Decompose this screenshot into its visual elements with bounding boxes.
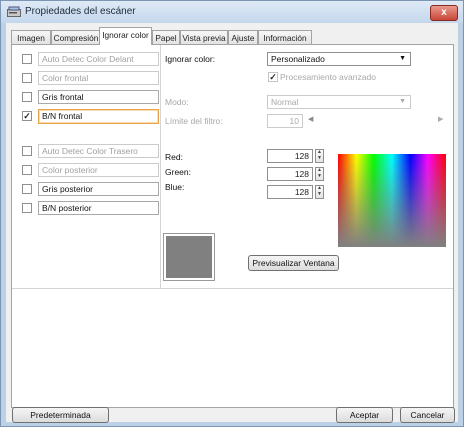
chevron-down-icon: ▼ xyxy=(399,55,406,62)
tab-ignorar-color[interactable]: Ignorar color xyxy=(99,27,152,45)
preview-window-button[interactable]: Previsualizar Ventana xyxy=(248,255,339,271)
checkbox-color-frontal[interactable] xyxy=(22,73,32,83)
color-spectrum-picker[interactable] xyxy=(338,154,446,247)
list-item-auto-detec-color-trasero[interactable]: Auto Detec Color Trasero xyxy=(38,144,159,158)
tab-label: Vista previa xyxy=(182,33,226,43)
tab-ajuste[interactable]: Ajuste xyxy=(228,30,258,44)
default-button[interactable]: Predeterminada xyxy=(12,407,109,423)
list-item-bn-frontal[interactable]: B/N frontal xyxy=(38,109,159,124)
list-item-color-posterior[interactable]: Color posterior xyxy=(38,163,159,177)
tab-panel: Auto Detec Color Delant Color frontal Gr… xyxy=(11,44,454,408)
checkbox-gris-posterior[interactable] xyxy=(22,184,32,194)
checkbox-bn-frontal[interactable] xyxy=(22,111,32,121)
color-preview-swatch xyxy=(163,233,215,281)
blue-spinner[interactable]: ▲ ▼ xyxy=(315,185,324,199)
tab-papel[interactable]: Papel xyxy=(152,30,180,44)
scanner-icon xyxy=(7,6,21,17)
accept-button[interactable]: Aceptar xyxy=(336,407,393,423)
ignore-color-label: Ignorar color: xyxy=(165,54,216,64)
red-input[interactable]: 128 xyxy=(267,149,313,163)
close-icon: x xyxy=(441,7,447,18)
tab-informacion[interactable]: Información xyxy=(258,30,312,44)
mode-select[interactable]: Normal ▼ xyxy=(267,95,411,109)
checkbox-gris-frontal[interactable] xyxy=(22,92,32,102)
tab-label: Papel xyxy=(155,33,177,43)
filter-limit-input[interactable]: 10 xyxy=(267,114,303,128)
chevron-right-icon: ▶ xyxy=(438,116,444,123)
tab-label: Ajuste xyxy=(231,33,255,43)
list-item-gris-frontal[interactable]: Gris frontal xyxy=(38,90,159,104)
checkbox-bn-posterior[interactable] xyxy=(22,203,32,213)
tab-label: Imagen xyxy=(17,33,45,43)
list-item-bn-posterior[interactable]: B/N posterior xyxy=(38,201,159,215)
blue-label: Blue: xyxy=(165,182,185,192)
color-preview-fill xyxy=(166,236,212,278)
close-button[interactable]: x xyxy=(430,5,458,21)
ignore-color-select[interactable]: Personalizado ▼ xyxy=(267,52,411,66)
tab-label: Ignorar color xyxy=(102,30,149,40)
green-spinner[interactable]: ▲ ▼ xyxy=(315,167,324,181)
filter-limit-slider[interactable]: ◀ ▶ xyxy=(305,116,446,126)
tab-label: Información xyxy=(263,33,307,43)
mode-value: Normal xyxy=(271,97,299,107)
filter-limit-label: Límite del filtro: xyxy=(165,116,223,126)
blue-input[interactable]: 128 xyxy=(267,185,313,199)
title-bar: Propiedades del escáner x xyxy=(1,1,463,23)
red-label: Red: xyxy=(165,152,183,162)
chevron-down-icon: ▼ xyxy=(399,98,406,105)
panel-divider xyxy=(12,288,453,289)
green-label: Green: xyxy=(165,167,191,177)
window-title: Propiedades del escáner xyxy=(25,6,136,17)
list-item-auto-detec-color-delant[interactable]: Auto Detec Color Delant xyxy=(38,52,159,66)
chevron-left-icon: ◀ xyxy=(308,116,314,123)
advanced-processing-label: Procesamiento avanzado xyxy=(280,72,376,82)
green-input[interactable]: 128 xyxy=(267,167,313,181)
tab-vista-previa[interactable]: Vista previa xyxy=(180,30,228,44)
checkbox-auto-detec-color-trasero[interactable] xyxy=(22,146,32,156)
tab-imagen[interactable]: Imagen xyxy=(11,30,51,44)
ignore-color-value: Personalizado xyxy=(271,54,325,64)
list-item-color-frontal[interactable]: Color frontal xyxy=(38,71,159,85)
tab-label: Compresión xyxy=(53,33,99,43)
advanced-processing-checkbox[interactable] xyxy=(268,72,278,82)
dialog-client: Imagen Compresión Ignorar color Papel Vi… xyxy=(6,23,458,423)
panel-divider xyxy=(160,45,161,288)
mode-label: Modo: xyxy=(165,97,189,107)
cancel-button[interactable]: Cancelar xyxy=(400,407,455,423)
checkbox-color-posterior[interactable] xyxy=(22,165,32,175)
list-item-gris-posterior[interactable]: Gris posterior xyxy=(38,182,159,196)
red-spinner[interactable]: ▲ ▼ xyxy=(315,149,324,163)
checkbox-auto-detec-color-delant[interactable] xyxy=(22,54,32,64)
scanner-properties-window: Propiedades del escáner x Imagen Compres… xyxy=(0,0,464,427)
tab-compresion[interactable]: Compresión xyxy=(51,30,101,44)
